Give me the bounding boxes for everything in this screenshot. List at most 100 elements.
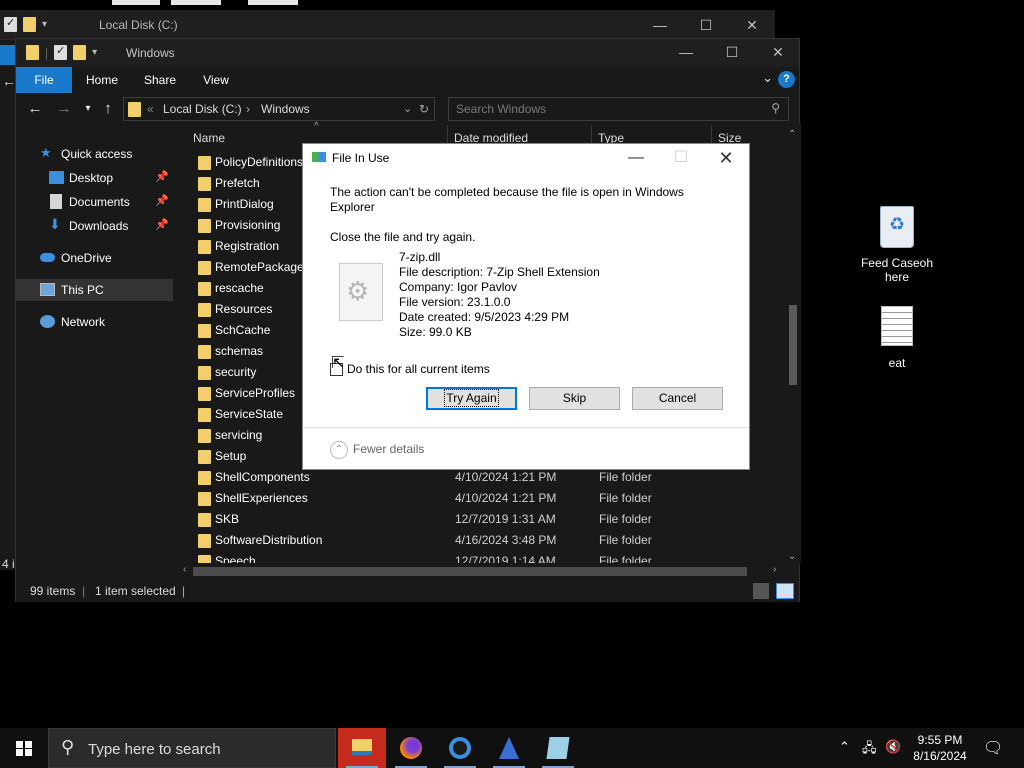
sidebar-item-this-pc[interactable]: This PC	[16, 279, 173, 301]
table-row[interactable]: SoftwareDistribution 4/16/2024 3:48 PM Fil…	[196, 530, 786, 551]
cancel-button[interactable]: Cancel	[632, 387, 723, 410]
folder-icon	[198, 471, 211, 485]
minimize-button[interactable]: —	[663, 41, 709, 63]
tab-view[interactable]: View	[192, 67, 240, 93]
sidebar-item-desktop[interactable]: Desktop 📌	[16, 167, 173, 189]
taskbar-firefox[interactable]	[387, 728, 435, 768]
vertical-scrollbar[interactable]: ⌃ ⌄	[785, 129, 800, 565]
table-row[interactable]: SKB 12/7/2019 1:31 AM File folder	[196, 509, 786, 530]
close-button[interactable]: ✕	[729, 14, 775, 36]
close-button[interactable]: ✕	[706, 147, 746, 169]
maximize-button[interactable]: ☐	[661, 147, 701, 169]
sidebar-item-network[interactable]: Network	[16, 311, 173, 333]
forward-arrow-icon[interactable]: →	[54, 99, 74, 119]
file-description: File description: 7-Zip Shell Extension	[399, 265, 600, 279]
pin-icon[interactable]: 📌	[155, 194, 169, 207]
start-button[interactable]	[0, 728, 48, 768]
network-status-icon[interactable]: 🖧	[862, 739, 877, 761]
breadcrumb-current[interactable]: Windows	[261, 102, 310, 116]
tab-home[interactable]: Home	[76, 67, 128, 93]
desktop-icon-eat[interactable]: eat	[852, 306, 942, 370]
up-arrow-icon[interactable]: ↑	[98, 99, 118, 119]
scroll-down-icon[interactable]: ⌄	[788, 551, 796, 562]
row-type: File folder	[599, 512, 652, 526]
breadcrumb-root[interactable]: Local Disk (C:)	[163, 102, 242, 116]
minimize-button[interactable]: —	[637, 14, 683, 36]
table-row[interactable]: ShellExperiences 4/10/2024 1:21 PM File fo…	[196, 488, 786, 509]
folder-icon	[198, 198, 211, 212]
top-strip	[171, 0, 221, 5]
address-dropdown-icon[interactable]: ⌄	[403, 102, 412, 115]
refresh-icon[interactable]: ↻	[419, 102, 429, 116]
tab-file[interactable]: File	[16, 67, 72, 93]
large-icons-view-icon[interactable]	[776, 583, 794, 599]
fewer-details-toggle[interactable]: ⌃ Fewer details	[330, 441, 424, 459]
show-hidden-icons[interactable]: ⌃	[839, 739, 850, 755]
back-arrow-icon[interactable]: ←	[2, 73, 16, 89]
maximize-button[interactable]: ☐	[683, 14, 729, 36]
background-explorer-window[interactable]: ▾ Local Disk (C:) — ☐ ✕	[0, 10, 775, 40]
row-name: RemotePackages	[215, 260, 310, 274]
pin-icon[interactable]: 📌	[155, 218, 169, 231]
taskbar-app-blue[interactable]	[485, 728, 533, 768]
title-bar[interactable]: | ▾ Windows — ☐ ✕	[16, 39, 799, 67]
sidebar-item-label: Quick access	[61, 147, 133, 161]
details-view-icon[interactable]	[753, 583, 769, 599]
background-file-tab[interactable]	[0, 45, 15, 65]
taskbar-file-explorer[interactable]	[338, 728, 386, 768]
try-again-button[interactable]: Try Again	[426, 387, 517, 410]
scroll-left-icon[interactable]: ‹	[183, 564, 186, 575]
taskbar-browser[interactable]	[436, 728, 484, 768]
properties-icon[interactable]	[54, 44, 68, 60]
desktop-icon-recycle-bin[interactable]: ♻ Feed Caseoh here	[852, 206, 942, 284]
search-input[interactable]: Search Windows ⚲	[448, 97, 789, 121]
taskbar-app-notepad[interactable]	[534, 728, 582, 768]
row-name: Speech	[215, 554, 256, 563]
back-arrow-icon[interactable]: ←	[25, 99, 45, 119]
minimize-button[interactable]: —	[616, 147, 656, 169]
customize-arrow-icon[interactable]: ▾	[92, 47, 97, 58]
maximize-button[interactable]: ☐	[709, 41, 755, 63]
sidebar-item-quick-access[interactable]: ★ Quick access	[16, 143, 173, 165]
search-icon[interactable]: ⚲	[771, 101, 780, 115]
apply-all-label[interactable]: Do this for all current items	[347, 362, 490, 376]
pin-icon[interactable]: 📌	[155, 170, 169, 183]
tab-share[interactable]: Share	[134, 67, 186, 93]
notifications-icon[interactable]: 🗨	[983, 738, 1003, 758]
properties-icon[interactable]	[4, 16, 17, 32]
scroll-right-icon[interactable]: ›	[773, 564, 776, 575]
star-icon: ★	[40, 145, 52, 160]
gear-icon: ⚙	[346, 276, 370, 306]
taskbar-search[interactable]: ⚲ Type here to search	[48, 728, 336, 768]
row-name: Registration	[215, 239, 280, 253]
new-folder-icon[interactable]	[73, 45, 87, 60]
sidebar-item-downloads[interactable]: ⬇ Downloads 📌	[16, 215, 173, 237]
fewer-details-label: Fewer details	[353, 442, 425, 457]
sidebar-item-onedrive[interactable]: OneDrive	[16, 247, 173, 269]
file-in-use-dialog[interactable]: File In Use — ☐ ✕ The action can't be co…	[302, 143, 750, 470]
table-row[interactable]: ShellComponents 4/10/2024 1:21 PM File fol…	[196, 467, 786, 488]
breadcrumb-separator[interactable]: ›	[246, 102, 250, 116]
new-folder-icon[interactable]	[23, 17, 36, 32]
table-row[interactable]: Speech 12/7/2019 1:14 AM File folder	[196, 551, 786, 563]
system-clock[interactable]: 9:55 PM 8/16/2024	[905, 732, 975, 764]
skip-button[interactable]: Skip	[529, 387, 620, 410]
documents-icon	[50, 194, 62, 209]
row-type: File folder	[599, 554, 652, 563]
horizontal-scrollbar[interactable]: ‹ ›	[181, 563, 786, 579]
row-date: 12/7/2019 1:31 AM	[455, 512, 556, 526]
address-bar[interactable]: « Local Disk (C:) › Windows ⌄ ↻	[123, 97, 435, 121]
scrollbar-thumb[interactable]	[193, 567, 747, 576]
scrollbar-thumb[interactable]	[789, 305, 797, 385]
recent-locations-icon[interactable]: ▾	[78, 99, 98, 119]
help-button[interactable]: ?	[778, 71, 795, 88]
sidebar-item-documents[interactable]: Documents 📌	[16, 191, 173, 213]
scroll-up-icon[interactable]: ⌃	[788, 129, 796, 140]
row-date: 4/10/2024 1:21 PM	[455, 470, 557, 484]
overflow-icon[interactable]: «	[147, 102, 154, 116]
volume-muted-icon[interactable]: 🔇	[885, 739, 901, 755]
close-button[interactable]: ✕	[755, 41, 801, 63]
expand-ribbon-icon[interactable]: ⌄	[762, 70, 773, 86]
folder-icon	[198, 261, 211, 275]
customize-arrow-icon[interactable]: ▾	[42, 19, 47, 30]
